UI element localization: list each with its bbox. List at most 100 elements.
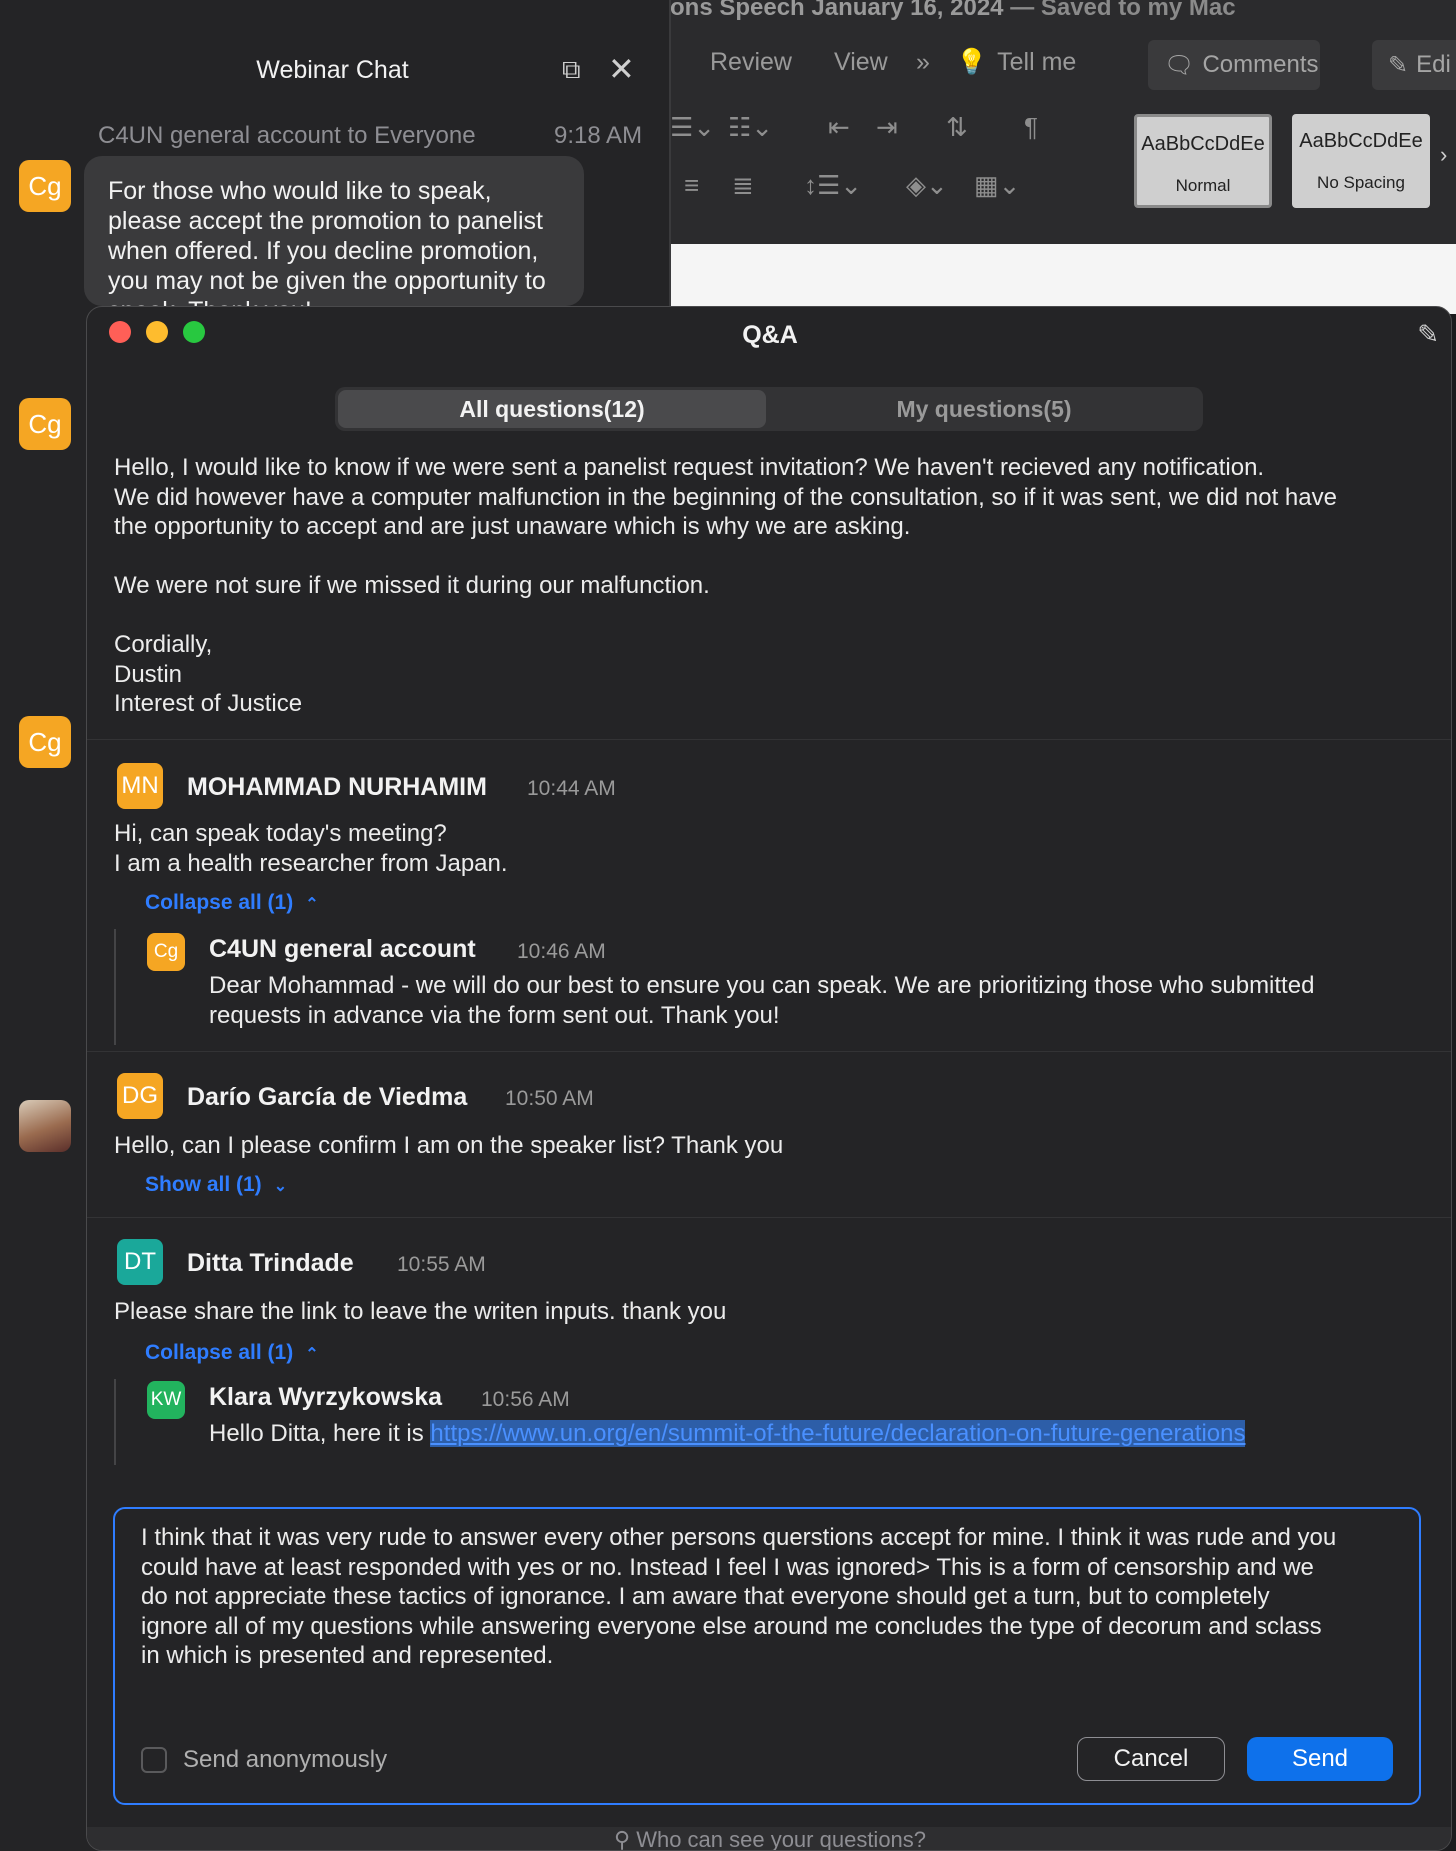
sort-icon[interactable]: ⇅: [946, 112, 968, 143]
question-text: Hello, can I please confirm I am on the …: [114, 1132, 784, 1159]
style-no-spacing[interactable]: AaBbCcDdEe No Spacing: [1292, 114, 1430, 208]
declaration-link[interactable]: https://www.un.org/en/summit-of-the-futu…: [430, 1420, 1246, 1447]
question-time: 10:44 AM: [527, 777, 616, 800]
text-line: in which is presented and represented.: [141, 1642, 554, 1669]
style-label: Normal: [1175, 176, 1231, 195]
tab-review[interactable]: Review: [710, 48, 792, 77]
text-line: do not appreciate these tactics of ignor…: [141, 1583, 1270, 1610]
lightbulb-icon: 💡: [956, 48, 988, 76]
avatar-photo: [19, 1100, 71, 1152]
avatar: DT: [117, 1239, 163, 1285]
text-line: ignore all of my questions while answeri…: [141, 1612, 1322, 1640]
qa-tabs: All questions(12) My questions(5): [335, 387, 1203, 431]
send-anonymously-label: Send anonymously: [183, 1746, 388, 1773]
collapse-all-link[interactable]: Collapse all (1) ⌃: [145, 1341, 319, 1365]
decrease-indent-icon[interactable]: ⇤: [828, 112, 850, 143]
tell-me[interactable]: 💡 Tell me: [956, 48, 1076, 77]
save-status: — Saved to my Mac: [1010, 0, 1236, 21]
style-preview: AaBbCcDdEe: [1299, 130, 1423, 152]
text-line: Cordially,: [114, 631, 213, 658]
chevron-down-icon: ⌄: [273, 1178, 288, 1195]
comments-button[interactable]: 🗨 Comments: [1148, 40, 1320, 90]
numbering-icon[interactable]: ☷⌄: [728, 112, 773, 143]
comments-label: Comments: [1202, 51, 1319, 78]
text-line: I think that it was very rude to answer …: [141, 1524, 1337, 1551]
pilcrow-icon[interactable]: ¶: [1024, 112, 1038, 143]
reply-time: 10:46 AM: [517, 940, 606, 963]
text-line: Dear Mohammad - we will do our best to e…: [209, 972, 1315, 999]
reply-text: Dear Mohammad - we will do our best to e…: [209, 971, 1314, 1030]
question-input[interactable]: I think that it was very rude to answer …: [141, 1523, 1399, 1671]
borders-icon[interactable]: ▦⌄: [974, 170, 1020, 201]
text-line: Interest of Justice: [114, 690, 303, 717]
reply-time: 10:56 AM: [481, 1388, 570, 1411]
tab-my-questions[interactable]: My questions(5): [769, 390, 1199, 428]
divider: [87, 739, 1451, 740]
message-time: 9:18 AM: [554, 122, 643, 149]
question-time: 10:50 AM: [505, 1087, 594, 1110]
text-line: requests in advance via the form sent ou…: [209, 1001, 780, 1029]
popout-icon[interactable]: ⧉: [562, 54, 581, 86]
send-anonymously-checkbox[interactable]: [141, 1747, 167, 1773]
question-text: Hi, can speak today's meeting? I am a he…: [114, 819, 508, 878]
edit-label: Edi: [1416, 51, 1451, 78]
visibility-info-link[interactable]: ⚲ Who can see your questions?: [87, 1827, 1451, 1851]
chevron-up-icon: ⌃: [305, 1346, 319, 1363]
avatar: MN: [117, 763, 163, 809]
document-name: ons Speech January 16, 2024: [670, 0, 1004, 21]
author-name: C4UN general account: [209, 935, 476, 963]
style-label: No Spacing: [1317, 173, 1405, 192]
qa-footer: ⚲ Who can see your questions?: [87, 1827, 1451, 1851]
question-compose-box[interactable]: I think that it was very rude to answer …: [113, 1507, 1421, 1805]
message-sender: C4UN general account to Everyone: [98, 122, 476, 149]
toggle-label: Collapse all (1): [145, 1341, 294, 1364]
bullets-icon[interactable]: ☰⌄: [670, 112, 715, 143]
edit-button[interactable]: ✎ Edi: [1372, 40, 1456, 90]
chevron-right-icon[interactable]: ›: [1440, 142, 1447, 168]
text-line: Hello, I would like to know if we were s…: [114, 454, 1265, 481]
double-chevron-icon[interactable]: »: [916, 48, 930, 77]
text-line: the opportunity to accept and are just u…: [114, 513, 911, 540]
divider: [87, 1217, 1451, 1218]
compose-icon[interactable]: ✎: [1417, 319, 1439, 350]
visibility-info-label: Who can see your questions?: [636, 1827, 927, 1851]
cancel-button[interactable]: Cancel: [1077, 1737, 1225, 1781]
divider: [87, 1051, 1451, 1052]
chat-message: For those who would like to speak, pleas…: [84, 156, 584, 306]
word-window: ons Speech January 16, 2024 — Saved to m…: [670, 0, 1456, 314]
shading-icon[interactable]: ◈⌄: [906, 170, 948, 201]
thread-line: [114, 1379, 116, 1465]
text-line: We did however have a computer malfuncti…: [114, 483, 1337, 511]
question-text: Please share the link to leave the write…: [114, 1298, 727, 1325]
author-name: Ditta Trindade: [187, 1249, 354, 1277]
reply-text-prefix: Hello Ditta, here it is: [209, 1420, 431, 1447]
collapse-all-link[interactable]: Collapse all (1) ⌃: [145, 891, 319, 915]
avatar: KW: [147, 1381, 185, 1419]
toggle-label: Show all (1): [145, 1173, 262, 1196]
tab-view[interactable]: View: [834, 48, 888, 77]
align-right-icon[interactable]: ≡: [684, 170, 699, 201]
document-title: ons Speech January 16, 2024 — Saved to m…: [670, 0, 1236, 22]
chevron-up-icon: ⌃: [305, 896, 319, 913]
text-line: Hi, can speak today's meeting?: [114, 820, 447, 847]
close-icon[interactable]: ✕: [608, 50, 635, 88]
avatar: Cg: [147, 933, 185, 971]
avatar: Cg: [19, 398, 71, 450]
avatar: Cg: [19, 716, 71, 768]
thread-line: [114, 929, 116, 1045]
document-page[interactable]: [670, 244, 1456, 314]
show-all-link[interactable]: Show all (1) ⌄: [145, 1173, 287, 1197]
send-button[interactable]: Send: [1247, 1737, 1393, 1781]
increase-indent-icon[interactable]: ⇥: [876, 112, 898, 143]
style-preview: AaBbCcDdEe: [1141, 133, 1265, 155]
qa-window: Q&A ✎ All questions(12) My questions(5) …: [86, 306, 1452, 1851]
qa-title: Q&A: [742, 321, 798, 349]
text-line: We were not sure if we missed it during …: [114, 572, 710, 599]
style-normal[interactable]: AaBbCcDdEe Normal: [1134, 114, 1272, 208]
author-name: Klara Wyrzykowska: [209, 1383, 442, 1411]
text-line: Dustin: [114, 660, 183, 688]
tab-all-questions[interactable]: All questions(12): [338, 390, 766, 428]
line-spacing-icon[interactable]: ↕☰⌄: [804, 170, 862, 201]
justify-icon[interactable]: ≣: [732, 170, 754, 201]
person-icon: ⚲: [613, 1827, 637, 1851]
